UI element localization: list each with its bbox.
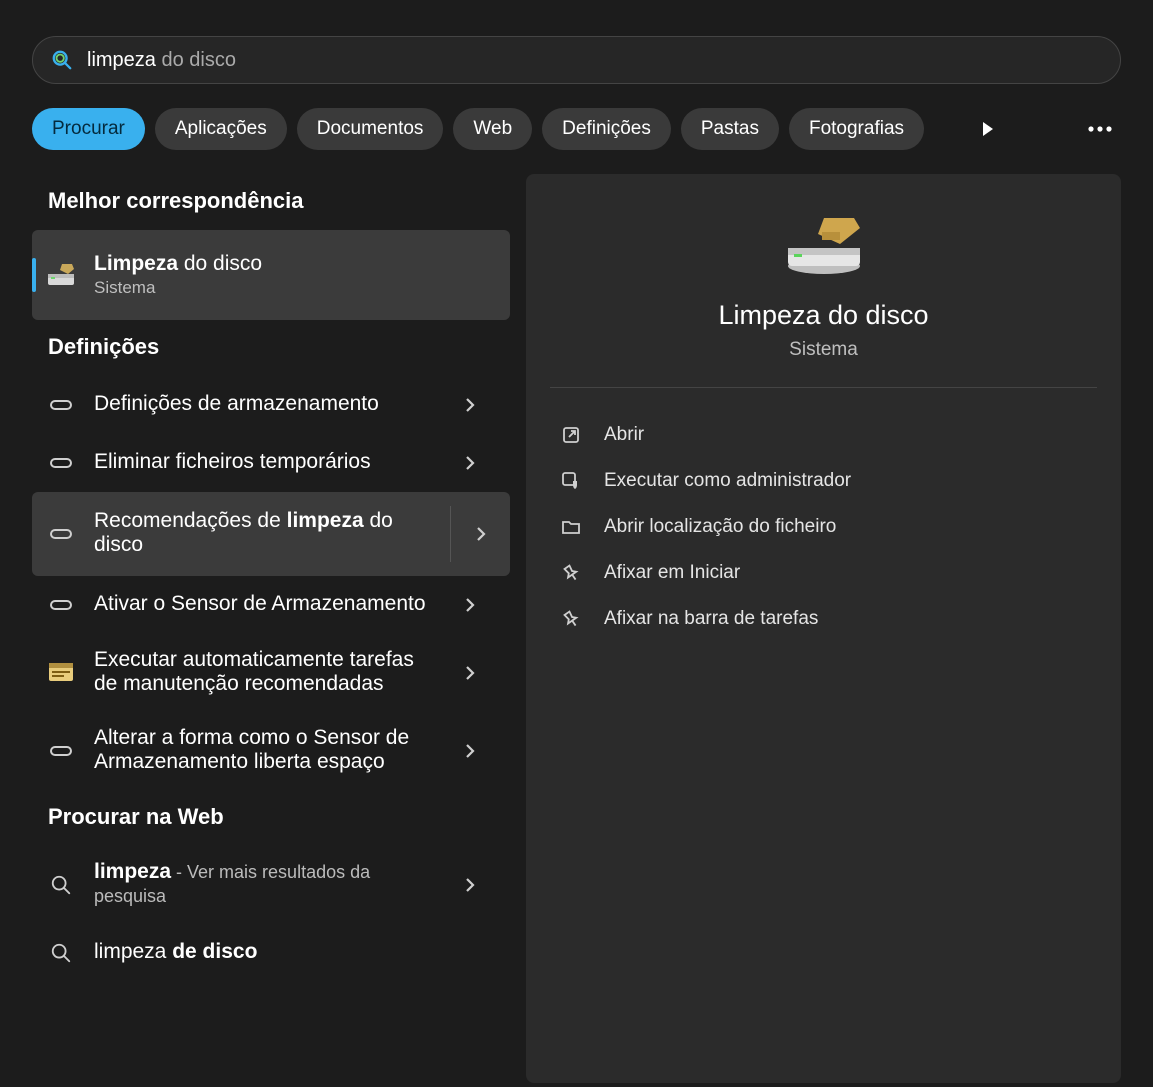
settings-result-storage-sense-config[interactable]: Alterar a forma como o Sensor de Armazen…	[32, 712, 510, 790]
action-label: Afixar na barra de tarefas	[604, 608, 818, 630]
control-panel-icon	[46, 658, 76, 688]
open-external-icon	[560, 424, 582, 446]
settings-result-storage[interactable]: Definições de armazenamento	[32, 376, 510, 434]
disk-cleanup-icon	[782, 214, 866, 278]
result-label: Executar automaticamente tarefas de manu…	[94, 648, 426, 696]
action-open[interactable]: Abrir	[550, 412, 1097, 458]
settings-link-icon	[46, 519, 76, 549]
chevron-right-icon[interactable]	[444, 665, 496, 681]
action-label: Executar como administrador	[604, 470, 851, 492]
filter-chips: Procurar Aplicações Documentos Web Defin…	[32, 108, 1121, 150]
action-pin-start[interactable]: Afixar em Iniciar	[550, 550, 1097, 596]
search-icon	[46, 938, 76, 968]
overflow-icon[interactable]	[1079, 108, 1121, 150]
more-filters-icon[interactable]	[967, 108, 1009, 150]
search-query: limpeza do disco	[87, 49, 236, 72]
pin-icon	[560, 608, 582, 630]
settings-result-storage-sense[interactable]: Ativar o Sensor de Armazenamento	[32, 576, 510, 634]
chevron-right-icon[interactable]	[444, 397, 496, 413]
action-label: Abrir	[604, 424, 644, 446]
filter-web[interactable]: Web	[453, 108, 532, 150]
action-label: Abrir localização do ficheiro	[604, 516, 836, 538]
web-result-limpeza[interactable]: limpeza - Ver mais resultados da pesquis…	[32, 846, 510, 924]
result-label: Eliminar ficheiros temporários	[94, 450, 426, 474]
search-icon	[51, 49, 73, 71]
filter-fotografias[interactable]: Fotografias	[789, 108, 924, 150]
results-column: Melhor correspondência Limpeza do disco …	[32, 174, 510, 1083]
section-settings: Definições	[32, 320, 510, 376]
settings-result-maintenance[interactable]: Executar automaticamente tarefas de manu…	[32, 634, 510, 712]
best-match-title: Limpeza do disco	[94, 252, 496, 276]
section-web: Procurar na Web	[32, 790, 510, 846]
settings-link-icon	[46, 390, 76, 420]
action-pin-taskbar[interactable]: Afixar na barra de tarefas	[550, 596, 1097, 642]
divider	[550, 387, 1097, 388]
section-best-match: Melhor correspondência	[32, 174, 510, 230]
settings-result-recommendations[interactable]: Recomendações de limpeza do disco	[32, 492, 510, 576]
folder-icon	[560, 516, 582, 538]
preview-title: Limpeza do disco	[718, 300, 928, 331]
chevron-right-icon[interactable]	[450, 506, 510, 562]
result-label: Ativar o Sensor de Armazenamento	[94, 592, 426, 616]
result-label: limpeza - Ver mais resultados da pesquis…	[94, 860, 426, 908]
admin-shield-icon	[560, 470, 582, 492]
filter-aplicacoes[interactable]: Aplicações	[155, 108, 287, 150]
preview-subtitle: Sistema	[789, 339, 858, 361]
result-label: Recomendações de limpeza do disco	[94, 509, 432, 557]
filter-definicoes[interactable]: Definições	[542, 108, 671, 150]
chevron-right-icon[interactable]	[444, 743, 496, 759]
settings-result-tempfiles[interactable]: Eliminar ficheiros temporários	[32, 434, 510, 492]
filter-pastas[interactable]: Pastas	[681, 108, 779, 150]
settings-link-icon	[46, 448, 76, 478]
chevron-right-icon[interactable]	[444, 877, 496, 893]
chevron-right-icon[interactable]	[444, 455, 496, 471]
web-result-limpeza-de-disco[interactable]: limpeza de disco	[32, 924, 510, 982]
action-label: Afixar em Iniciar	[604, 562, 740, 584]
settings-link-icon	[46, 736, 76, 766]
result-label: Alterar a forma como o Sensor de Armazen…	[94, 726, 426, 774]
search-bar[interactable]: limpeza do disco	[32, 36, 1121, 84]
disk-cleanup-icon	[46, 260, 76, 290]
result-label: Definições de armazenamento	[94, 392, 426, 416]
filter-documentos[interactable]: Documentos	[297, 108, 444, 150]
chevron-right-icon[interactable]	[444, 597, 496, 613]
best-match-result[interactable]: Limpeza do disco Sistema	[32, 230, 510, 320]
action-open-location[interactable]: Abrir localização do ficheiro	[550, 504, 1097, 550]
search-icon	[46, 870, 76, 900]
filter-procurar[interactable]: Procurar	[32, 108, 145, 150]
action-run-admin[interactable]: Executar como administrador	[550, 458, 1097, 504]
settings-link-icon	[46, 590, 76, 620]
preview-pane: Limpeza do disco Sistema Abrir Executar …	[526, 174, 1121, 1083]
best-match-subtitle: Sistema	[94, 278, 496, 298]
pin-icon	[560, 562, 582, 584]
result-label: limpeza de disco	[94, 940, 496, 964]
